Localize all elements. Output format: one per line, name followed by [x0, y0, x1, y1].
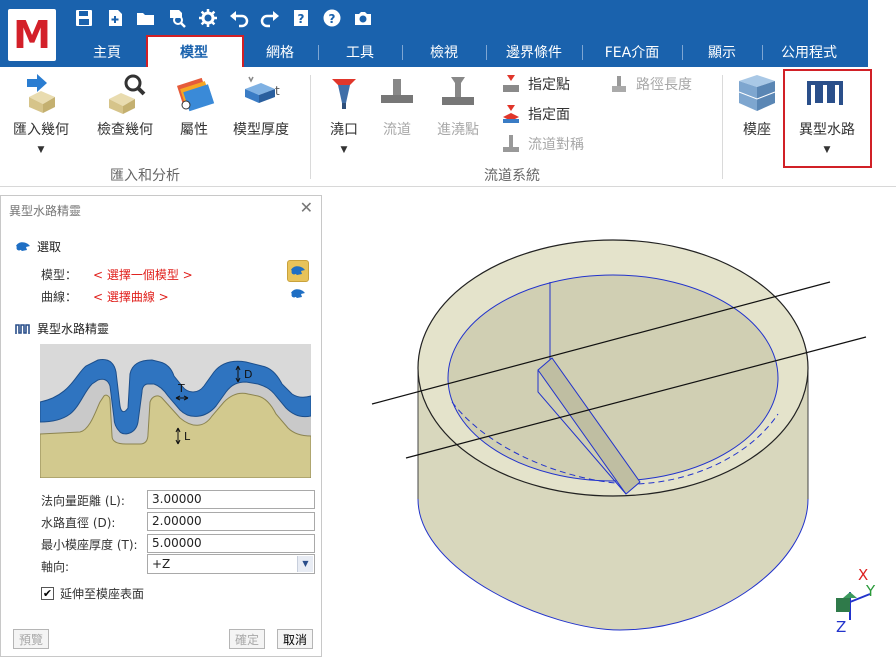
- ribbon-separator: [310, 75, 311, 179]
- model-thickness-icon: t: [239, 71, 283, 115]
- conformal-cooling-highlight-box: [783, 69, 872, 168]
- normal-distance-input[interactable]: 3.00000: [147, 490, 315, 509]
- svg-text:?: ?: [328, 12, 335, 26]
- model-selection-value: < 選擇一個模型 >: [93, 268, 193, 282]
- axis-select[interactable]: +Z ▼: [147, 554, 315, 574]
- runner-symmetry-icon: [498, 133, 524, 155]
- app-logo[interactable]: M: [8, 9, 56, 61]
- check-geometry-icon: [103, 71, 147, 115]
- cancel-button[interactable]: 取消: [277, 629, 313, 649]
- hand-pointer-icon: [291, 266, 305, 275]
- tab-boundary-conditions[interactable]: 邊界條件: [486, 37, 582, 67]
- chevron-down-icon: ▼: [340, 145, 348, 155]
- sprue-button[interactable]: 澆口 ▼: [322, 71, 366, 155]
- svg-text:t: t: [275, 84, 280, 98]
- hand-pointer-icon: [16, 241, 30, 251]
- check-geometry-button[interactable]: 檢查幾何: [92, 71, 158, 139]
- axis-label: 軸向:: [41, 560, 70, 574]
- group-label-import: 匯入和分析: [110, 168, 180, 184]
- dialog-title: 異型水路精靈: [9, 204, 82, 218]
- preview-button[interactable]: 預覽: [13, 629, 49, 649]
- conformal-cooling-wizard-dialog: 異型水路精靈 ✕ 選取 模型： < 選擇一個模型 > 曲線： < 選擇曲線 > …: [0, 195, 322, 657]
- svg-text:?: ?: [297, 12, 304, 26]
- new-file-icon[interactable]: [99, 6, 130, 30]
- hand-pointer-icon: [291, 289, 305, 298]
- close-icon[interactable]: ✕: [300, 198, 313, 217]
- mold-base-icon: [735, 71, 779, 115]
- extend-to-mold-surface-checkbox[interactable]: ✔ 延伸至模座表面: [41, 585, 144, 602]
- redo-icon[interactable]: [254, 6, 285, 30]
- diagram-label-l: L: [184, 430, 191, 443]
- tab-mesh[interactable]: 網格: [242, 37, 318, 67]
- tab-view[interactable]: 檢視: [402, 37, 486, 67]
- specify-point-icon: [498, 73, 524, 95]
- help-book-icon[interactable]: ?: [285, 6, 316, 30]
- find-icon[interactable]: [161, 6, 192, 30]
- quick-access-toolbar: ? ?: [68, 6, 378, 30]
- open-folder-icon[interactable]: [130, 6, 161, 30]
- undo-icon[interactable]: [223, 6, 254, 30]
- model-label: 模型：: [41, 268, 78, 282]
- axis-y-label: Y: [865, 582, 876, 600]
- min-mold-thickness-input[interactable]: 5.00000: [147, 534, 315, 553]
- runner-button: 流道: [375, 71, 419, 139]
- wizard-section-header: 異型水路精靈: [15, 320, 109, 337]
- group-label-runner: 流道系統: [484, 168, 540, 184]
- path-length-icon: [606, 73, 632, 95]
- ribbon-separator: [722, 75, 723, 179]
- tab-utilities[interactable]: 公用程式: [762, 37, 856, 67]
- tab-tools[interactable]: 工具: [318, 37, 402, 67]
- ribbon-panel: 匯入幾何 ▼ 檢查幾何 屬性 t 模型厚度 匯入和分析 澆口 ▼ 流道 進澆點 …: [0, 67, 896, 187]
- curve-selection-value: < 選擇曲線 >: [93, 290, 169, 304]
- pick-model-button[interactable]: [287, 260, 309, 282]
- import-geometry-icon: [19, 71, 63, 115]
- settings-gear-icon[interactable]: [192, 6, 223, 30]
- gate-button: 進澆點: [430, 71, 486, 139]
- chevron-down-icon: ▼: [297, 556, 313, 572]
- help-icon[interactable]: ?: [316, 6, 347, 30]
- chevron-down-icon: ▼: [37, 145, 45, 155]
- channel-diameter-label: 水路直徑 (D):: [41, 516, 116, 530]
- save-icon[interactable]: [68, 6, 99, 30]
- axis-z-label: Z: [836, 618, 846, 636]
- runner-icon: [375, 71, 419, 115]
- properties-icon: [172, 71, 216, 115]
- specify-point-button[interactable]: 指定點: [498, 73, 570, 95]
- pick-curve-button[interactable]: [287, 283, 309, 305]
- normal-distance-label: 法向量距離 (L):: [41, 494, 125, 508]
- ok-button[interactable]: 確定: [229, 629, 265, 649]
- specify-surface-button[interactable]: 指定面: [498, 103, 570, 125]
- conformal-channel-icon: [15, 323, 30, 334]
- axis-triad: X Y Z: [836, 566, 876, 636]
- model-viewport[interactable]: X Y Z: [330, 192, 896, 657]
- model-thickness-button[interactable]: t 模型厚度: [226, 71, 296, 139]
- camera-icon[interactable]: [347, 6, 378, 30]
- properties-button[interactable]: 屬性: [166, 71, 222, 139]
- min-mold-thickness-label: 最小模座厚度 (T):: [41, 538, 138, 552]
- tab-highlight-box: [146, 35, 244, 70]
- tab-fea-interface[interactable]: FEA介面: [582, 37, 682, 67]
- mold-base-button[interactable]: 模座: [734, 71, 780, 139]
- tab-display[interactable]: 顯示: [682, 37, 762, 67]
- title-bar: M ? ? 主頁 模型 網格 工具 檢視 邊界條件 FEA介面 顯示 公用程式: [0, 0, 868, 67]
- import-geometry-button[interactable]: 匯入幾何 ▼: [8, 71, 74, 155]
- checkbox-checked-icon: ✔: [41, 587, 54, 600]
- app-window: M ? ? 主頁 模型 網格 工具 檢視 邊界條件 FEA介面 顯示 公用程式 …: [0, 0, 896, 657]
- path-length-button: 路徑長度: [606, 73, 692, 95]
- channel-diameter-input[interactable]: 2.00000: [147, 512, 315, 531]
- specify-surface-icon: [498, 103, 524, 125]
- diagram-label-d: D: [244, 368, 252, 381]
- gate-icon: [436, 71, 480, 115]
- curve-label: 曲線：: [41, 290, 78, 304]
- diagram-label-t: T: [177, 382, 185, 395]
- channel-parameters-diagram: D T L: [40, 344, 311, 478]
- sprue-icon: [322, 71, 366, 115]
- runner-symmetry-button: 流道對稱: [498, 133, 584, 155]
- select-section-header: 選取: [15, 238, 61, 255]
- tab-home[interactable]: 主頁: [68, 37, 146, 67]
